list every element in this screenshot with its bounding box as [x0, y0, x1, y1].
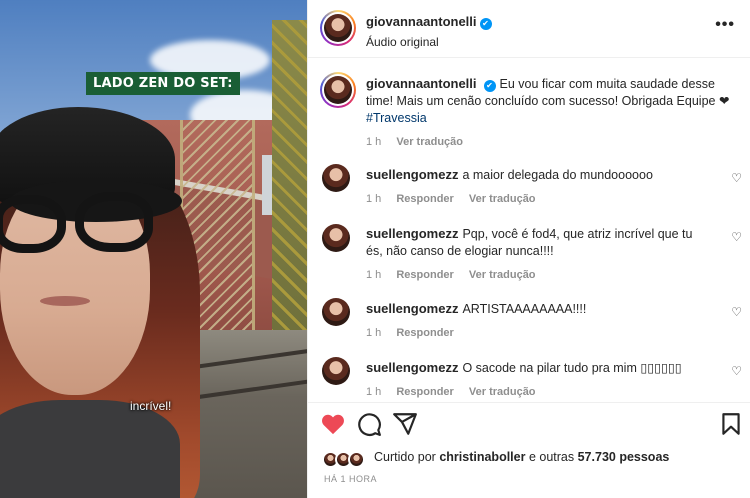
caption-avatar[interactable] [320, 72, 356, 108]
likes-summary: Curtido por christinaboller e outras 57.… [374, 450, 669, 464]
author-avatar[interactable] [320, 10, 356, 46]
caption-username[interactable]: giovannaantonelli [366, 76, 477, 91]
liker-avatar[interactable] [348, 451, 365, 468]
likes-prefix: Curtido por [374, 450, 436, 464]
post-action-bar [308, 402, 750, 444]
commenter-avatar[interactable] [322, 164, 350, 192]
author-username[interactable]: giovannaantonelli [366, 14, 477, 29]
comment-time: 1 h [366, 386, 382, 398]
glasses-right-lens [75, 192, 153, 252]
commenter-avatar[interactable] [322, 298, 350, 326]
video-overlay-label: LADO ZEN DO SET: [86, 72, 240, 95]
comment-item: suellengomezz O sacode na pilar tudo pra … [366, 359, 726, 398]
crane [272, 20, 307, 350]
glasses-left-lens [0, 195, 66, 253]
heart-icon[interactable] [320, 411, 346, 437]
comment-username[interactable]: suellengomezz [366, 301, 458, 316]
comment-icon[interactable] [356, 411, 382, 437]
comment-time: 1 h [366, 327, 382, 339]
comment-time: 1 h [366, 193, 382, 205]
reply-button[interactable]: Responder [396, 193, 453, 205]
video-caption: incrível! [130, 399, 172, 413]
translate-link[interactable]: Ver tradução [469, 193, 536, 205]
reply-button[interactable]: Responder [396, 269, 453, 281]
reply-button[interactable]: Responder [396, 327, 453, 339]
likes-suffix: e outras [528, 450, 575, 464]
share-icon[interactable] [392, 411, 418, 437]
verified-badge-icon: ✔ [479, 18, 492, 30]
comment-like-heart-outline-icon[interactable]: ♡ [731, 171, 742, 185]
comment-text: O sacode na pilar tudo pra mim ▯▯▯▯▯▯ [462, 361, 682, 375]
post-caption: giovannaantonelli ✔ Eu vou ficar com muita… [366, 75, 741, 148]
person-mouth [40, 296, 90, 306]
person-shirt [0, 400, 180, 498]
comment-username[interactable]: suellengomezz [366, 360, 458, 375]
comment-like-heart-outline-icon[interactable]: ♡ [731, 305, 742, 319]
verified-badge-icon: ✔ [483, 80, 496, 92]
translate-link[interactable]: Ver tradução [469, 269, 536, 281]
comment-item: suellengomezz Pqp, você é fod4, que atriz… [366, 225, 711, 281]
comment-like-heart-outline-icon[interactable]: ♡ [731, 230, 742, 244]
post-details-panel: giovannaantonelli ✔ Áudio original ••• gi… [307, 0, 750, 498]
reply-button[interactable]: Responder [396, 386, 453, 398]
comment-item: suellengomezz ARTISTAAAAAAAA!!!! 1 h Resp… [366, 300, 726, 339]
post-timestamp[interactable]: HÁ 1 HORA [324, 474, 377, 484]
commenter-avatar[interactable] [322, 224, 350, 252]
post-header: giovannaantonelli ✔ Áudio original ••• [308, 0, 750, 58]
comment-item: suellengomezz a maior delegada do mundooo… [366, 166, 726, 205]
comment-text: ARTISTAAAAAAAA!!!! [462, 302, 587, 316]
bookmark-icon[interactable] [718, 411, 744, 437]
more-options-icon[interactable]: ••• [715, 16, 735, 34]
comment-like-heart-outline-icon[interactable]: ♡ [731, 364, 742, 378]
hashtag-link[interactable]: #Travessia [366, 111, 427, 125]
likes-user-link[interactable]: christinaboller [439, 450, 525, 464]
translate-link[interactable]: Ver tradução [396, 136, 463, 148]
comment-username[interactable]: suellengomezz [366, 226, 458, 241]
comment-text: a maior delegada do mundoooooo [462, 168, 653, 182]
likes-count-link[interactable]: 57.730 pessoas [578, 450, 670, 464]
commenter-avatar[interactable] [322, 357, 350, 385]
comment-username[interactable]: suellengomezz [366, 167, 458, 182]
caption-time: 1 h [366, 136, 382, 148]
translate-link[interactable]: Ver tradução [469, 386, 536, 398]
post-video[interactable]: LADO ZEN DO SET: incrível! [0, 0, 307, 498]
audio-label[interactable]: Áudio original [366, 35, 492, 49]
comment-time: 1 h [366, 269, 382, 281]
